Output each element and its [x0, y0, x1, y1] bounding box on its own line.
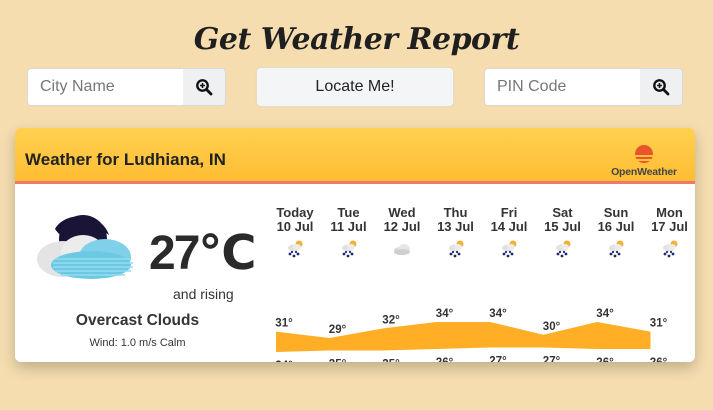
high-temp-label: 34° [489, 308, 507, 320]
overcast-night-icon [37, 215, 133, 279]
temperature-trend: and rising [173, 286, 234, 302]
low-temp-label: 26° [596, 357, 614, 362]
low-temp-label: 27° [489, 356, 507, 363]
forecast-date: 13 Jul [437, 219, 474, 234]
wind-info: Wind: 1.0 m/s Calm [89, 337, 186, 349]
forecast-day: Sat 15 Jul [536, 206, 590, 234]
high-temp-label: 29° [329, 324, 347, 336]
low-temp-label: 27° [543, 356, 561, 363]
magnifier-icon [196, 79, 213, 96]
current-weather: 27℃ and rising Overcast Clouds Wind: 1.0… [15, 187, 265, 362]
high-temp-label: 34° [436, 308, 454, 320]
openweather-logo-text: OpenWeather [611, 166, 677, 178]
forecast-date: 12 Jul [383, 219, 421, 234]
forecast-day-name: Tue [337, 205, 360, 220]
forecast-day-name: Fri [500, 205, 518, 220]
forecast-day-name: Mon [656, 205, 683, 220]
rain-icon [448, 240, 463, 258]
forecast-day-name: Sat [552, 205, 573, 220]
high-temp-label: 30° [543, 321, 561, 333]
city-search-group [27, 68, 226, 106]
city-search-button[interactable] [183, 69, 225, 105]
forecast-date: 15 Jul [544, 219, 581, 234]
temperature-chart: 31° 29° 32° 34° 34° 30° 34° 31° 24° 25° 25° 26° 27° 2… [275, 308, 668, 363]
forecast-date: 17 Jul [651, 219, 688, 234]
high-temp-label: 32° [382, 314, 400, 326]
low-temp-label: 26° [436, 357, 454, 362]
forecast-date: 11 Jul [330, 219, 367, 234]
locate-me-button[interactable]: Locate Me! [255, 66, 455, 108]
forecast-day-name: Sun [603, 205, 629, 220]
current-temperature: 27℃ [149, 227, 257, 280]
rain-icon [502, 240, 517, 258]
low-temp-label: 26° [650, 357, 668, 362]
page-title: Get Weather Report [193, 22, 520, 57]
rain-icon [662, 240, 677, 258]
forecast-panel: Today 10 Jul Tue 11 Jul Wed 12 Jul Thu 13 Jul Fr… [268, 187, 696, 363]
forecast-day: Sun 16 Jul [589, 206, 643, 234]
rain-icon [341, 240, 356, 258]
city-name-input[interactable] [28, 69, 183, 105]
low-temp-label: 24° [275, 360, 293, 362]
forecast-day-name: Thu [443, 205, 468, 220]
pin-code-input[interactable] [485, 69, 640, 105]
rain-icon [555, 240, 570, 258]
low-temp-label: 25° [382, 359, 400, 363]
pin-search-button[interactable] [640, 69, 682, 105]
card-header: Weather for Ludhiana, IN OpenWeather [15, 128, 695, 184]
forecast-date: 16 Jul [597, 219, 635, 234]
high-temp-label: 31° [650, 318, 668, 330]
rain-icon [609, 240, 624, 258]
openweather-logo: OpenWeather [605, 142, 683, 178]
low-temp-label: 25° [329, 359, 347, 363]
high-temp-label: 31° [275, 318, 293, 330]
forecast-day-name: Today [276, 205, 314, 220]
forecast-day: Tue 11 Jul [322, 206, 376, 234]
rain-icon [288, 240, 303, 258]
forecast-day: Today 10 Jul [268, 206, 322, 234]
forecast-date: 14 Jul [490, 219, 528, 234]
location-title: Weather for Ludhiana, IN [25, 150, 226, 169]
openweather-sun-icon [631, 145, 657, 166]
cloud-icon [394, 244, 410, 255]
magnifier-icon [653, 79, 670, 96]
forecast-day-name: Wed [388, 205, 416, 220]
pin-search-group [484, 68, 683, 106]
high-temp-label: 34° [596, 308, 614, 320]
forecast-day: Wed 12 Jul [375, 206, 429, 234]
weather-description: Overcast Clouds [75, 312, 200, 329]
forecast-day: Thu 13 Jul [429, 206, 483, 234]
forecast-day: Mon 17 Jul [643, 206, 696, 234]
weather-card: Weather for Ludhiana, IN OpenWeather 27℃… [15, 128, 695, 362]
forecast-day: Fri 14 Jul [482, 206, 536, 234]
forecast-date: 10 Jul [276, 219, 314, 234]
